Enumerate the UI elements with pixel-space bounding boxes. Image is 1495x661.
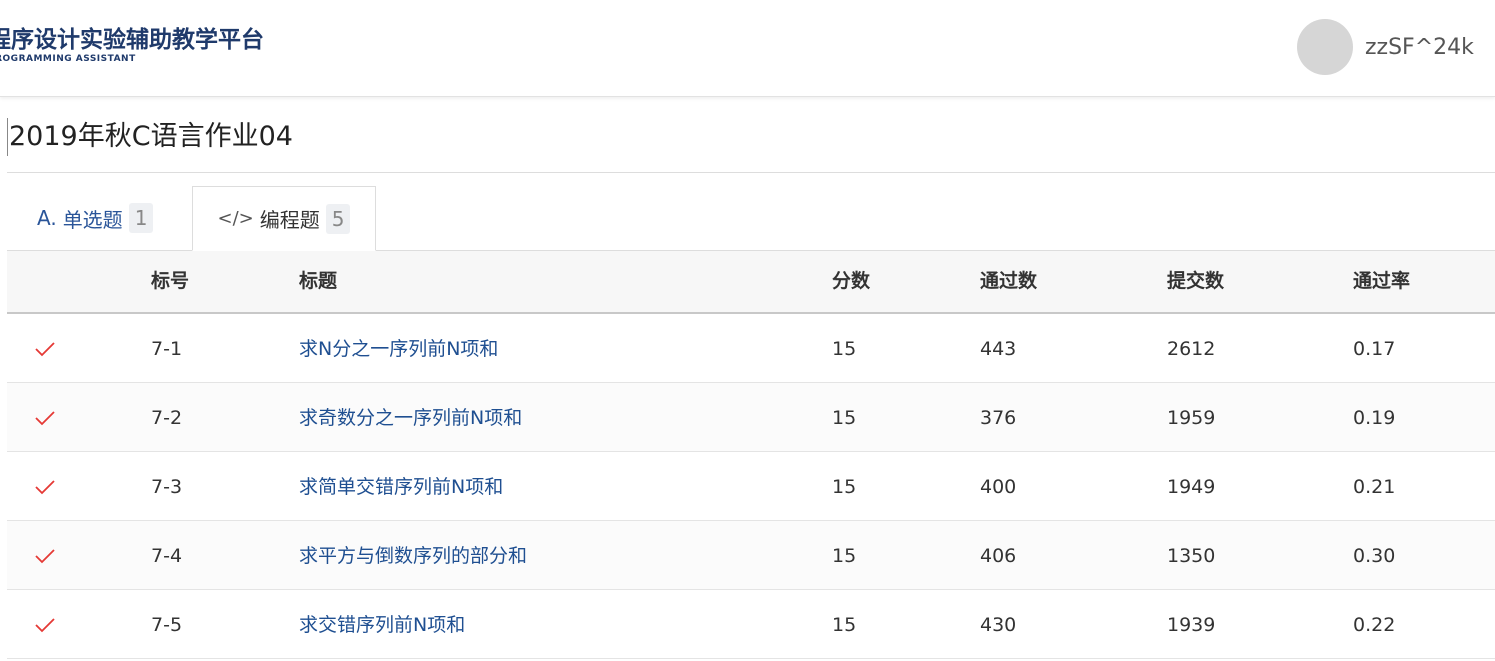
problem-score: 15 xyxy=(832,614,857,636)
pass-rate: 0.21 xyxy=(1353,476,1396,498)
table-row[interactable]: 7-4 求平方与倒数序列的部分和 15 406 1350 0.30 xyxy=(7,521,1495,590)
submitted-count: 1949 xyxy=(1167,476,1216,498)
code-icon: </> xyxy=(217,208,254,229)
problem-type-tabs: A. 单选题 1 </> 编程题 5 xyxy=(7,186,1495,251)
column-header-submitted[interactable]: 提交数 xyxy=(1167,251,1224,312)
username[interactable]: zzSF^24k xyxy=(1365,33,1474,63)
column-header-title[interactable]: 标题 xyxy=(299,251,337,312)
table-row[interactable]: 7-3 求简单交错序列前N项和 15 400 1949 0.21 xyxy=(7,452,1495,521)
submitted-count: 2612 xyxy=(1167,338,1216,360)
check-icon xyxy=(35,618,55,633)
problem-number: 7-3 xyxy=(151,476,183,498)
problem-title-link[interactable]: 求平方与倒数序列的部分和 xyxy=(299,521,527,591)
problem-title-link[interactable]: 求奇数分之一序列前N项和 xyxy=(299,383,522,453)
problem-number: 7-1 xyxy=(151,338,183,360)
tab-count-badge: 5 xyxy=(325,203,351,234)
problem-number: 7-2 xyxy=(151,407,183,429)
tab-label: 单选题 xyxy=(62,207,123,232)
problem-score: 15 xyxy=(832,338,857,360)
problem-number: 7-4 xyxy=(151,545,183,567)
tab-single-choice[interactable]: A. 单选题 1 xyxy=(37,186,154,250)
problem-title-link[interactable]: 求简单交错序列前N项和 xyxy=(299,452,503,522)
pass-rate: 0.22 xyxy=(1353,614,1396,636)
column-header-number[interactable]: 标号 xyxy=(151,251,189,312)
single-choice-icon: A. xyxy=(37,206,57,230)
table-row[interactable]: 7-1 求N分之一序列前N项和 15 443 2612 0.17 xyxy=(7,314,1495,383)
table-header: 标号 标题 分数 通过数 提交数 通过率 xyxy=(7,251,1495,314)
problem-score: 15 xyxy=(832,407,857,429)
problem-title-link[interactable]: 求交错序列前N项和 xyxy=(299,590,465,660)
submitted-count: 1350 xyxy=(1167,545,1216,567)
submitted-count: 1959 xyxy=(1167,407,1216,429)
tab-label: 编程题 xyxy=(259,208,320,232)
logo-subtext: PROGRAMMING ASSISTANT xyxy=(0,54,136,64)
passed-count: 400 xyxy=(980,476,1017,498)
pass-rate: 0.19 xyxy=(1353,407,1396,429)
column-header-score[interactable]: 分数 xyxy=(832,251,870,312)
passed-count: 430 xyxy=(980,614,1017,636)
problem-number: 7-5 xyxy=(151,614,183,636)
column-header-passed[interactable]: 通过数 xyxy=(980,251,1037,312)
problem-table: 标号 标题 分数 通过数 提交数 通过率 7-1 求N分之一序列前N项和 15 … xyxy=(7,251,1495,659)
column-header-pass-rate[interactable]: 通过率 xyxy=(1353,251,1410,312)
table-row[interactable]: 7-2 求奇数分之一序列前N项和 15 376 1959 0.19 xyxy=(7,383,1495,452)
submitted-count: 1939 xyxy=(1167,614,1216,636)
problem-title-link[interactable]: 求N分之一序列前N项和 xyxy=(299,314,498,384)
tab-programming[interactable]: </> 编程题 5 xyxy=(192,186,376,251)
problem-score: 15 xyxy=(832,476,857,498)
title-divider xyxy=(7,172,1495,173)
tab-count-badge: 1 xyxy=(128,203,154,233)
passed-count: 443 xyxy=(980,338,1017,360)
pass-rate: 0.30 xyxy=(1353,545,1396,567)
passed-count: 376 xyxy=(980,407,1017,429)
platform-logo[interactable]: 程序设计实验辅助教学平台 PROGRAMMING ASSISTANT xyxy=(0,26,264,64)
top-navbar: 程序设计实验辅助教学平台 PROGRAMMING ASSISTANT zzSF^… xyxy=(0,0,1495,97)
page-title: 2019年秋C语言作业04 xyxy=(7,118,293,156)
user-avatar[interactable] xyxy=(1297,19,1353,75)
passed-count: 406 xyxy=(980,545,1017,567)
check-icon xyxy=(35,549,55,564)
check-icon xyxy=(35,342,55,357)
check-icon xyxy=(35,411,55,426)
pass-rate: 0.17 xyxy=(1353,338,1396,360)
problem-score: 15 xyxy=(832,545,857,567)
logo-text: 程序设计实验辅助教学平台 xyxy=(0,27,264,53)
table-row[interactable]: 7-5 求交错序列前N项和 15 430 1939 0.22 xyxy=(7,590,1495,659)
check-icon xyxy=(35,480,55,495)
